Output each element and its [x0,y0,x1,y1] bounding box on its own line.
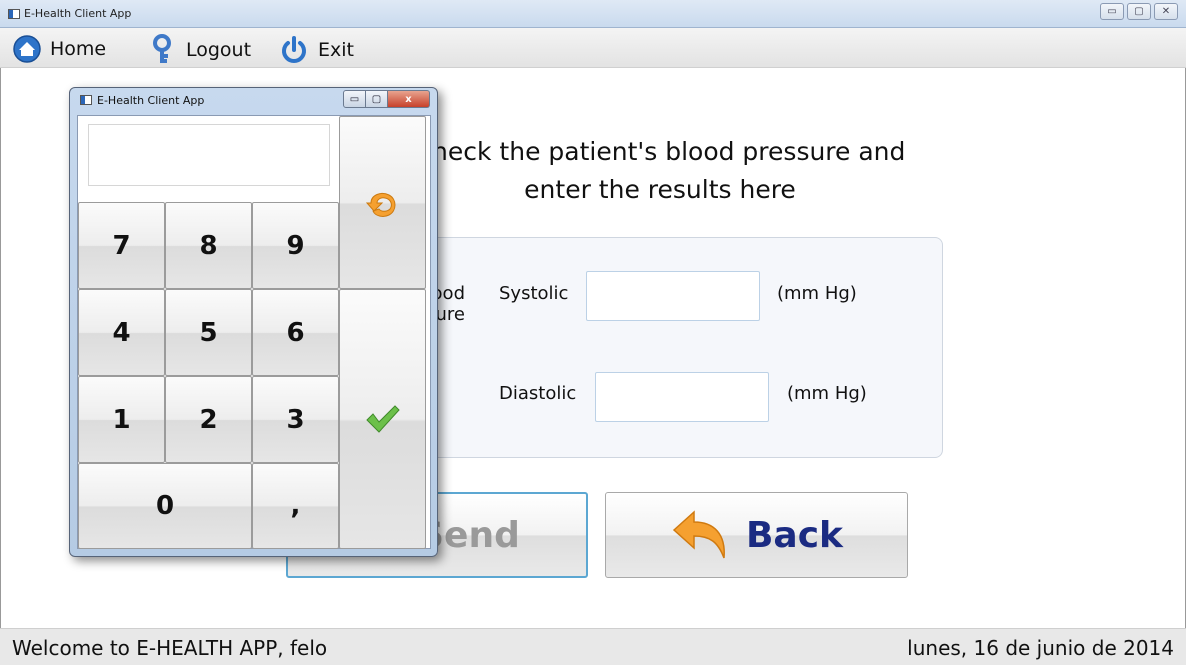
diastolic-label: Diastolic [499,383,577,404]
exit-button[interactable]: Exit [278,34,354,66]
keypad-display [88,124,330,186]
key-2[interactable]: 2 [165,376,252,463]
diastolic-input[interactable] [595,372,769,422]
keypad-title-bar: E-Health Client App ▭ ▢ x [70,88,437,112]
keypad-close-button[interactable]: x [388,90,430,108]
home-label: Home [50,38,107,60]
maximize-button[interactable]: ▢ [1127,3,1151,20]
status-bar: Welcome to E-HEALTH APP, felo lunes, 16 … [0,628,1186,665]
enter-key[interactable] [339,289,426,549]
keypad-window-controls: ▭ ▢ x [343,90,430,108]
back-arrow-icon [672,510,725,559]
keypad-body: 7 8 9 4 5 6 1 2 3 0 , [77,115,431,549]
key-4[interactable]: 4 [78,289,165,376]
systolic-input[interactable] [586,271,760,321]
backspace-key[interactable] [339,116,426,289]
key-icon [153,34,171,63]
power-icon [282,36,306,63]
back-label: Back [745,514,843,556]
keypad-maximize-button[interactable]: ▢ [366,90,388,108]
home-button[interactable]: Home [12,34,106,64]
blood-pressure-panel: Blood pressure Systolic (mm Hg) Diastoli… [380,237,943,458]
window-controls: ▭ ▢ ✕ [1100,3,1178,20]
key-comma[interactable]: , [252,463,339,549]
minimize-button[interactable]: ▭ [1100,3,1124,20]
app-icon [8,9,20,19]
toolbar: Home Logout Exit [0,28,1186,68]
main-title-bar: E-Health Client App ▭ ▢ ✕ [0,0,1186,28]
systolic-label: Systolic [499,283,569,304]
back-button[interactable]: Back [605,492,908,578]
key-1[interactable]: 1 [78,376,165,463]
instruction-line-1: Check the patient's blood pressure and [414,137,906,166]
diastolic-unit: (mm Hg) [787,383,867,404]
key-6[interactable]: 6 [252,289,339,376]
keypad-minimize-button[interactable]: ▭ [343,90,366,108]
logout-label: Logout [186,39,252,61]
key-3[interactable]: 3 [252,376,339,463]
instruction-line-2: enter the results here [524,175,796,204]
keypad-window: E-Health Client App ▭ ▢ x 7 8 9 4 5 6 1 … [69,87,438,557]
keypad-title: E-Health Client App [97,94,205,107]
date-text: lunes, 16 de junio de 2014 [907,636,1174,660]
keypad-app-icon [80,95,92,105]
key-8[interactable]: 8 [165,202,252,289]
exit-label: Exit [318,39,354,61]
home-icon [13,35,41,63]
close-button[interactable]: ✕ [1154,3,1178,20]
undo-arrow-icon [365,192,395,217]
welcome-text: Welcome to E-HEALTH APP, felo [12,636,328,660]
key-5[interactable]: 5 [165,289,252,376]
instruction-text: Check the patient's blood pressure and e… [380,133,940,209]
key-0[interactable]: 0 [78,463,252,549]
checkmark-icon [365,405,400,433]
key-7[interactable]: 7 [78,202,165,289]
key-9[interactable]: 9 [252,202,339,289]
systolic-unit: (mm Hg) [777,283,857,304]
window-title: E-Health Client App [24,7,132,20]
logout-button[interactable]: Logout [150,34,251,66]
